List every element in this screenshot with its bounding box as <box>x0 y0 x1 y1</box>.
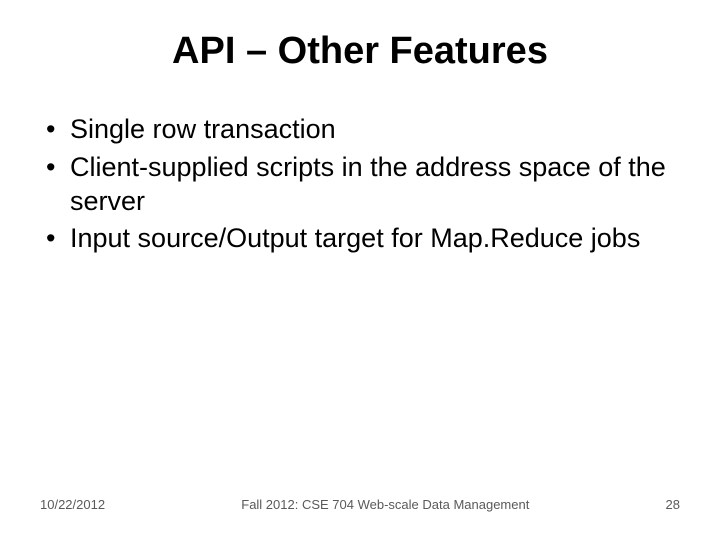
slide-footer: 10/22/2012 Fall 2012: CSE 704 Web-scale … <box>40 497 680 512</box>
slide-title: API – Other Features <box>40 30 680 73</box>
footer-course: Fall 2012: CSE 704 Web-scale Data Manage… <box>105 497 665 512</box>
bullet-dot-icon: • <box>40 222 70 256</box>
footer-page-number: 28 <box>666 497 680 512</box>
bullet-text: Single row transaction <box>70 113 680 147</box>
bullet-list: • Single row transaction • Client-suppli… <box>40 113 680 256</box>
slide: API – Other Features • Single row transa… <box>0 0 720 540</box>
bullet-dot-icon: • <box>40 151 70 219</box>
list-item: • Client-supplied scripts in the address… <box>40 151 680 219</box>
bullet-dot-icon: • <box>40 113 70 147</box>
list-item: • Input source/Output target for Map.Red… <box>40 222 680 256</box>
bullet-text: Input source/Output target for Map.Reduc… <box>70 222 680 256</box>
footer-date: 10/22/2012 <box>40 497 105 512</box>
bullet-text: Client-supplied scripts in the address s… <box>70 151 680 219</box>
list-item: • Single row transaction <box>40 113 680 147</box>
